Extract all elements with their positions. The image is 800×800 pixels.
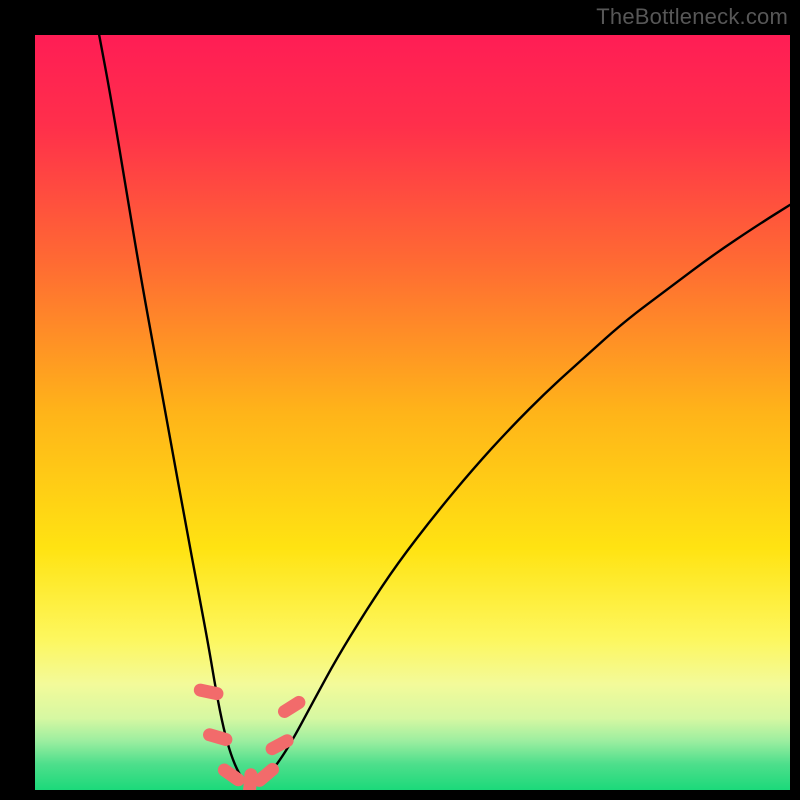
highlight-pill — [201, 727, 233, 748]
highlight-pill — [276, 693, 308, 720]
highlight-markers — [193, 682, 308, 790]
highlight-pill — [263, 732, 296, 758]
curve-layer — [35, 35, 790, 790]
highlight-pill — [215, 761, 247, 789]
watermark-label: TheBottleneck.com — [596, 4, 788, 30]
plot-area — [35, 35, 790, 790]
highlight-pill — [193, 682, 225, 701]
chart-frame: TheBottleneck.com — [0, 0, 800, 800]
bottleneck-curve — [99, 35, 790, 784]
